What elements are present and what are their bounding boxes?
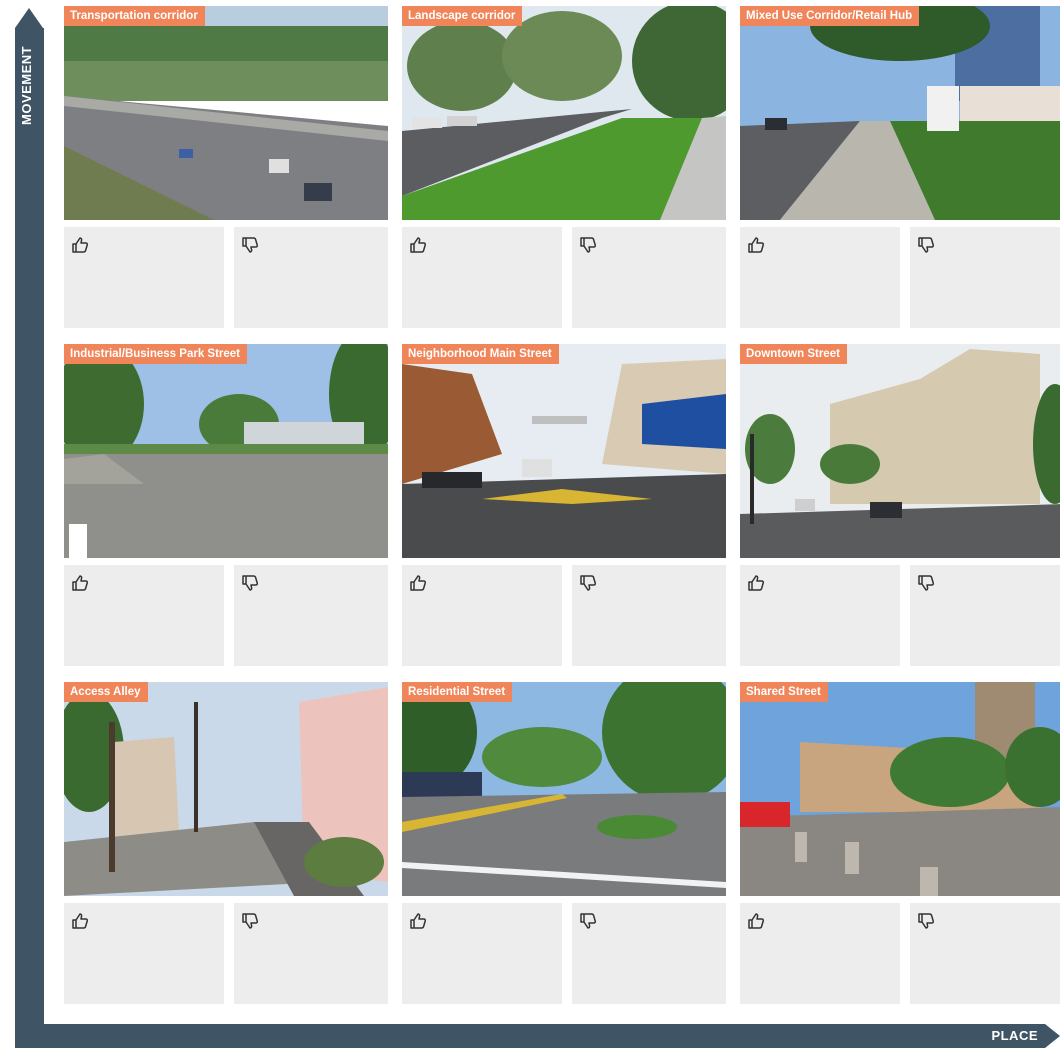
dislike-button[interactable] [572, 565, 726, 666]
street-type-label: Downtown Street [740, 344, 847, 364]
thumbs-up-icon [748, 237, 765, 253]
movement-axis-arrow-icon [15, 8, 43, 28]
street-type-label: Shared Street [740, 682, 828, 702]
thumbs-down-icon [242, 913, 259, 929]
like-button[interactable] [740, 565, 900, 666]
dislike-button[interactable] [234, 227, 388, 328]
street-photo [740, 6, 1060, 220]
street-type-label: Landscape corridor [402, 6, 523, 26]
movement-axis [15, 28, 44, 1024]
thumbs-down-icon [580, 913, 597, 929]
place-axis [15, 1024, 1045, 1048]
street-type-label: Access Alley [64, 682, 148, 702]
like-button[interactable] [740, 227, 900, 328]
thumbs-up-icon [410, 237, 427, 253]
street-type-label: Transportation corridor [64, 6, 205, 26]
street-photo [64, 344, 388, 558]
dislike-button[interactable] [910, 227, 1060, 328]
street-photo [740, 682, 1060, 896]
street-photo [402, 344, 726, 558]
street-photo [740, 344, 1060, 558]
thumbs-down-icon [242, 575, 259, 591]
like-button[interactable] [64, 565, 224, 666]
like-button[interactable] [402, 903, 562, 1004]
dislike-button[interactable] [572, 227, 726, 328]
thumbs-up-icon [72, 237, 89, 253]
dislike-button[interactable] [572, 903, 726, 1004]
like-button[interactable] [402, 565, 562, 666]
thumbs-down-icon [580, 237, 597, 253]
dislike-button[interactable] [234, 903, 388, 1004]
thumbs-down-icon [918, 237, 935, 253]
thumbs-down-icon [580, 575, 597, 591]
like-button[interactable] [402, 227, 562, 328]
place-axis-arrow-icon [1045, 1024, 1060, 1048]
street-photo [402, 682, 726, 896]
thumbs-up-icon [748, 575, 765, 591]
thumbs-up-icon [748, 913, 765, 929]
street-type-label: Neighborhood Main Street [402, 344, 559, 364]
like-button[interactable] [64, 227, 224, 328]
thumbs-up-icon [72, 575, 89, 591]
dislike-button[interactable] [234, 565, 388, 666]
thumbs-up-icon [410, 913, 427, 929]
street-type-label: Mixed Use Corridor/Retail Hub [740, 6, 920, 26]
street-photo [402, 6, 726, 220]
thumbs-up-icon [410, 575, 427, 591]
thumbs-up-icon [72, 913, 89, 929]
place-axis-label: PLACE [991, 1028, 1038, 1043]
dislike-button[interactable] [910, 903, 1060, 1004]
like-button[interactable] [740, 903, 900, 1004]
thumbs-down-icon [918, 575, 935, 591]
movement-axis-label: MOVEMENT [19, 45, 34, 125]
street-photo [64, 6, 388, 220]
street-type-label: Industrial/Business Park Street [64, 344, 248, 364]
thumbs-down-icon [242, 237, 259, 253]
thumbs-down-icon [918, 913, 935, 929]
street-photo [64, 682, 388, 896]
dislike-button[interactable] [910, 565, 1060, 666]
like-button[interactable] [64, 903, 224, 1004]
street-type-label: Residential Street [402, 682, 513, 702]
